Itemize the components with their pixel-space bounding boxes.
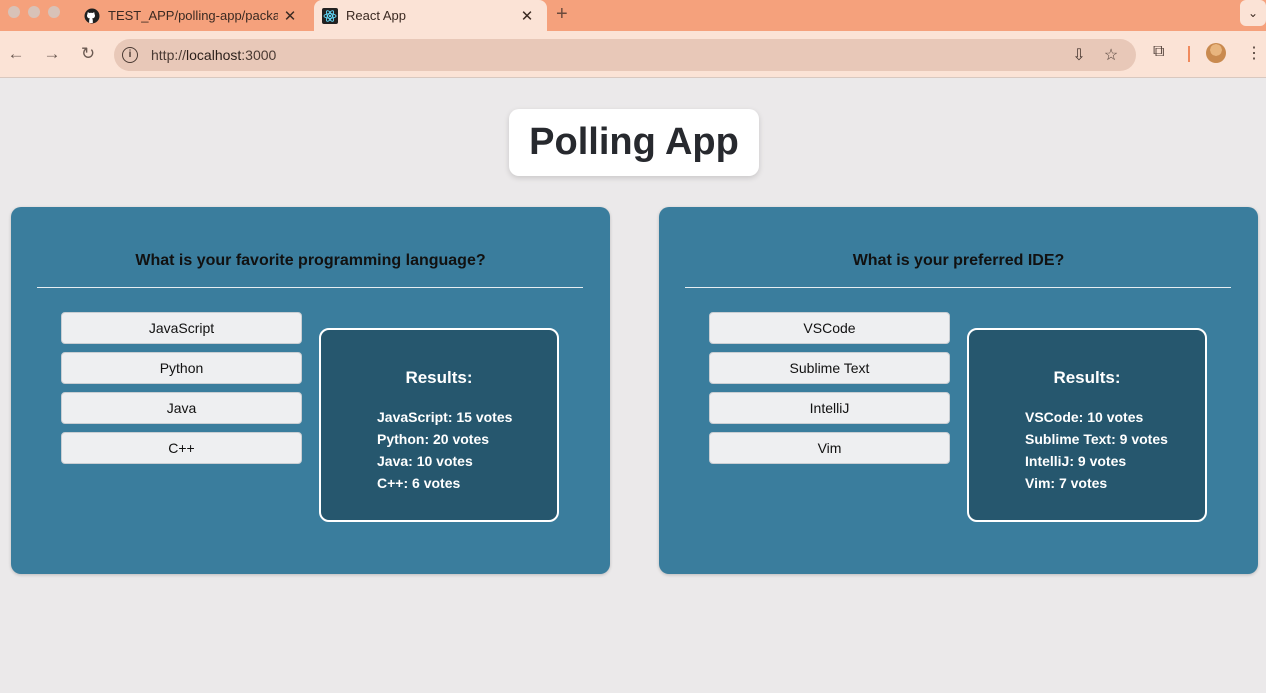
- browser-toolbar: ← → ↻ i http://localhost:3000 ⇩ ☆ ⧉ ⋮: [0, 31, 1266, 78]
- tab-title: TEST_APP/polling-app/package: [108, 8, 278, 23]
- option-button[interactable]: Python: [61, 352, 302, 384]
- tab-react-app[interactable]: React App ✕: [314, 0, 547, 31]
- forward-arrow-icon[interactable]: →: [41, 43, 63, 65]
- app-title-card: Polling App: [509, 109, 759, 176]
- poll-card-languages: What is your favorite programming langua…: [11, 207, 610, 574]
- results-title: Results:: [1053, 368, 1121, 387]
- result-item: VSCode: 10 votes: [1025, 409, 1144, 425]
- install-app-icon[interactable]: ⇩: [1069, 45, 1089, 65]
- option-button[interactable]: VSCode: [709, 312, 950, 344]
- result-item: IntelliJ: 9 votes: [1025, 453, 1127, 469]
- tab-search-icon[interactable]: ⌄: [1240, 0, 1266, 26]
- results-panel: Results: VSCode: 10 votes Sublime Text: …: [967, 328, 1207, 522]
- results-title: Results:: [405, 368, 473, 387]
- new-tab-icon[interactable]: +: [556, 3, 568, 26]
- tab-strip: TEST_APP/polling-app/package ✕ React App…: [0, 0, 1266, 31]
- site-info-icon[interactable]: i: [122, 47, 138, 63]
- divider: [685, 287, 1231, 288]
- option-button[interactable]: Vim: [709, 432, 950, 464]
- poll-question: What is your preferred IDE?: [852, 252, 1065, 269]
- reload-icon[interactable]: ↻: [77, 43, 99, 65]
- profile-avatar[interactable]: [1206, 43, 1226, 63]
- url-text[interactable]: http://localhost:3000: [151, 47, 276, 63]
- results-list: VSCode: 10 votes Sublime Text: 9 votes I…: [1025, 406, 1168, 494]
- menu-kebab-icon[interactable]: ⋮: [1246, 43, 1262, 63]
- result-item: C++: 6 votes: [377, 475, 461, 491]
- poll-card-ide: What is your preferred IDE? VSCode Subli…: [659, 207, 1258, 574]
- window-close-control[interactable]: [8, 6, 20, 18]
- window-zoom-control[interactable]: [48, 6, 60, 18]
- option-button[interactable]: Java: [61, 392, 302, 424]
- bookmark-star-icon[interactable]: ☆: [1101, 45, 1121, 65]
- result-item: Vim: 7 votes: [1025, 475, 1108, 491]
- page-title: Polling App: [529, 121, 739, 163]
- window-minimize-control[interactable]: [28, 6, 40, 18]
- github-icon: [84, 8, 100, 24]
- option-button[interactable]: JavaScript: [61, 312, 302, 344]
- extensions-icon[interactable]: ⧉: [1153, 43, 1164, 61]
- react-icon: [322, 7, 338, 24]
- back-arrow-icon[interactable]: ←: [5, 43, 27, 65]
- result-item: Python: 20 votes: [377, 431, 490, 447]
- result-item: Sublime Text: 9 votes: [1025, 431, 1168, 447]
- option-button[interactable]: C++: [61, 432, 302, 464]
- results-list: JavaScript: 15 votes Python: 20 votes Ja…: [377, 406, 512, 494]
- toolbar-divider: [1188, 46, 1190, 62]
- option-button[interactable]: Sublime Text: [709, 352, 950, 384]
- results-panel: Results: JavaScript: 15 votes Python: 20…: [319, 328, 559, 522]
- close-icon[interactable]: ✕: [515, 7, 539, 25]
- poll-question: What is your favorite programming langua…: [135, 252, 486, 269]
- tab-github[interactable]: TEST_APP/polling-app/package ✕: [72, 0, 310, 31]
- result-item: JavaScript: 15 votes: [377, 409, 513, 425]
- address-bar[interactable]: i http://localhost:3000 ⇩ ☆: [114, 39, 1136, 71]
- close-icon[interactable]: ✕: [278, 7, 302, 25]
- divider: [37, 287, 583, 288]
- result-item: Java: 10 votes: [377, 453, 473, 469]
- tab-title: React App: [346, 8, 406, 23]
- option-button[interactable]: IntelliJ: [709, 392, 950, 424]
